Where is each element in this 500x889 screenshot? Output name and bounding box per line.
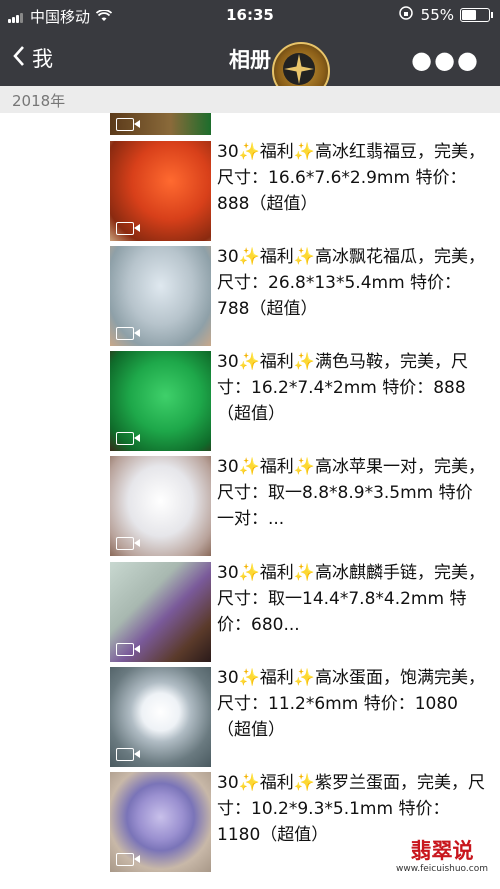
list-item[interactable]: 30✨福利✨高冰红翡福豆，完美，尺寸：16.6*7.6*2.9mm 特价：888…: [110, 141, 490, 241]
watermark: 翡翠说 www.feicuishuo.com: [392, 838, 492, 874]
video-icon: [116, 118, 140, 131]
list-item[interactable]: 30✨福利✨高冰苹果一对，完美，尺寸：取一8.8*8.9*3.5mm 特价一对：…: [110, 456, 490, 556]
video-icon: [116, 853, 140, 866]
battery-percent: 55%: [420, 6, 454, 24]
video-icon: [116, 432, 140, 445]
brand-name: 翡翠说: [410, 839, 474, 863]
item-caption: 30✨福利✨高冰飘花福瓜，完美，尺寸：26.8*13*5.4mm 特价：788（…: [217, 247, 485, 319]
list-item[interactable]: 30✨福利✨高冰麒麟手链，完美，尺寸：取一14.4*7.8*4.2mm 特价：6…: [110, 562, 490, 662]
nav-bar: 我 相册 ●●●: [0, 30, 500, 100]
list-item[interactable]: 30✨福利✨满色马鞍，完美，尺寸：16.2*7.4*2mm 特价：888（超值）: [110, 351, 490, 451]
video-icon: [116, 327, 140, 340]
year-header: 2018年: [0, 86, 500, 113]
status-right: 55%: [398, 6, 493, 24]
video-thumbnail: [110, 562, 211, 662]
item-caption: 30✨福利✨高冰苹果一对，完美，尺寸：取一8.8*8.9*3.5mm 特价一对：…: [217, 457, 485, 529]
item-caption: 30✨福利✨高冰蛋面，饱满完美，尺寸：11.2*6mm 特价：1080（超值）: [217, 668, 485, 740]
video-icon: [116, 748, 140, 761]
video-thumbnail: [110, 772, 211, 872]
battery-icon: [460, 8, 493, 22]
item-caption: 30✨福利✨紫罗兰蛋面，完美，尺寸：10.2*9.3*5.1mm 特价：1180…: [217, 773, 485, 845]
list-item-partial[interactable]: [110, 113, 490, 135]
item-caption: 30✨福利✨满色马鞍，完美，尺寸：16.2*7.4*2mm 特价：888（超值）: [217, 352, 468, 424]
video-thumbnail: [110, 351, 211, 451]
video-thumbnail: [110, 113, 211, 135]
brand-url: www.feicuishuo.com: [395, 864, 488, 874]
video-icon: [116, 537, 140, 550]
year-label: 2018年: [12, 92, 66, 110]
video-thumbnail: [110, 456, 211, 556]
video-icon: [116, 643, 140, 656]
rotation-lock-icon: [398, 6, 413, 24]
video-thumbnail: [110, 667, 211, 767]
status-bar: 中国移动 16:35 55%: [0, 0, 500, 30]
item-caption: 30✨福利✨高冰麒麟手链，完美，尺寸：取一14.4*7.8*4.2mm 特价：6…: [217, 563, 485, 635]
video-icon: [116, 222, 140, 235]
more-options-button[interactable]: ●●●: [411, 46, 480, 74]
list-item[interactable]: 30✨福利✨高冰飘花福瓜，完美，尺寸：26.8*13*5.4mm 特价：788（…: [110, 246, 490, 346]
list-item[interactable]: 30✨福利✨高冰蛋面，饱满完美，尺寸：11.2*6mm 特价：1080（超值）: [110, 667, 490, 767]
video-thumbnail: [110, 141, 211, 241]
item-caption: 30✨福利✨高冰红翡福豆，完美，尺寸：16.6*7.6*2.9mm 特价：888…: [217, 142, 485, 214]
video-thumbnail: [110, 246, 211, 346]
